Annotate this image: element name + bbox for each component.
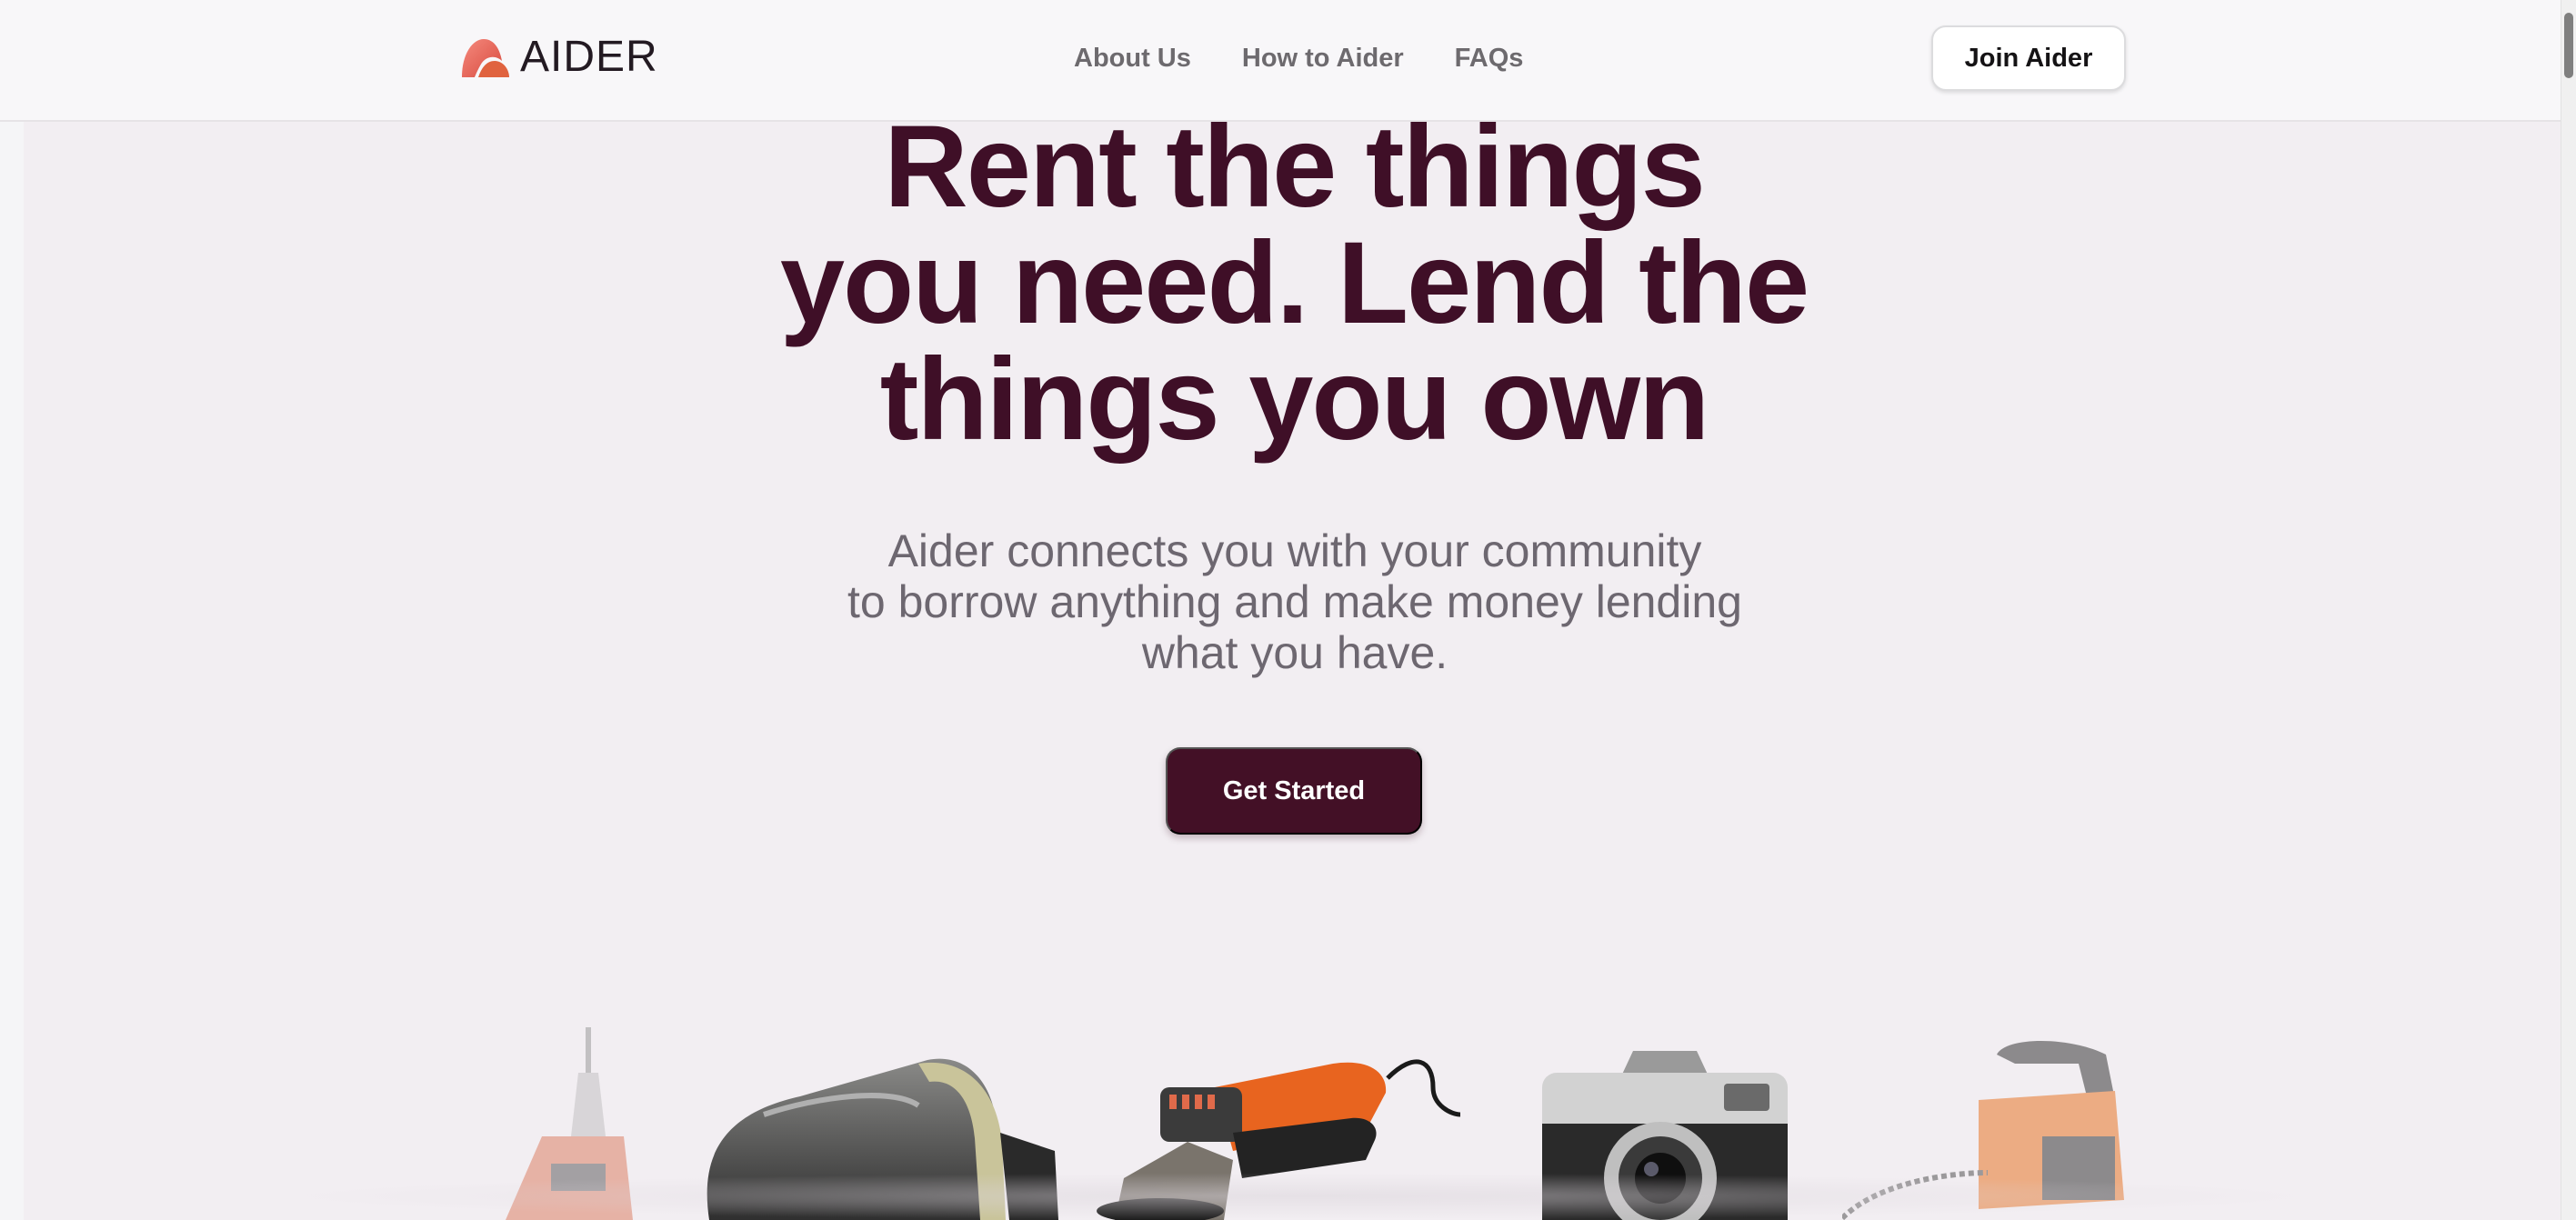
aider-logo[interactable]: AIDER: [460, 33, 658, 82]
showcase-shadow: [255, 1173, 2346, 1220]
nav-link-about-us[interactable]: About Us: [1074, 38, 1191, 78]
left-margin-strip: [0, 0, 24, 1220]
hero-title: Rent the things you need. Lend the thing…: [651, 109, 1937, 458]
nav-link-faqs[interactable]: FAQs: [1455, 38, 1524, 78]
hero-title-line-1: Rent the things: [884, 102, 1705, 232]
hero-subtitle-line-1: Aider connects you with your community: [887, 525, 1702, 576]
hero-title-line-2: you need. Lend the: [779, 218, 1809, 348]
main-nav: About Us How to Aider FAQs: [1074, 38, 1523, 78]
aider-logo-icon: [462, 39, 509, 77]
scrollbar-thumb[interactable]: [2564, 13, 2573, 78]
hero-subtitle-line-2: to borrow anything and make money lendin…: [847, 576, 1742, 627]
nav-link-how-to-aider[interactable]: How to Aider: [1242, 38, 1404, 78]
hero-subtitle-line-3: what you have.: [1141, 627, 1448, 678]
hero-title-line-3: things you own: [879, 335, 1710, 465]
hero-subtitle: Aider connects you with your community t…: [787, 525, 1802, 678]
join-aider-button[interactable]: Join Aider: [1931, 25, 2126, 91]
get-started-button[interactable]: Get Started: [1166, 747, 1422, 835]
vertical-scrollbar[interactable]: [2561, 0, 2576, 1220]
logo-text: AIDER: [520, 33, 658, 81]
